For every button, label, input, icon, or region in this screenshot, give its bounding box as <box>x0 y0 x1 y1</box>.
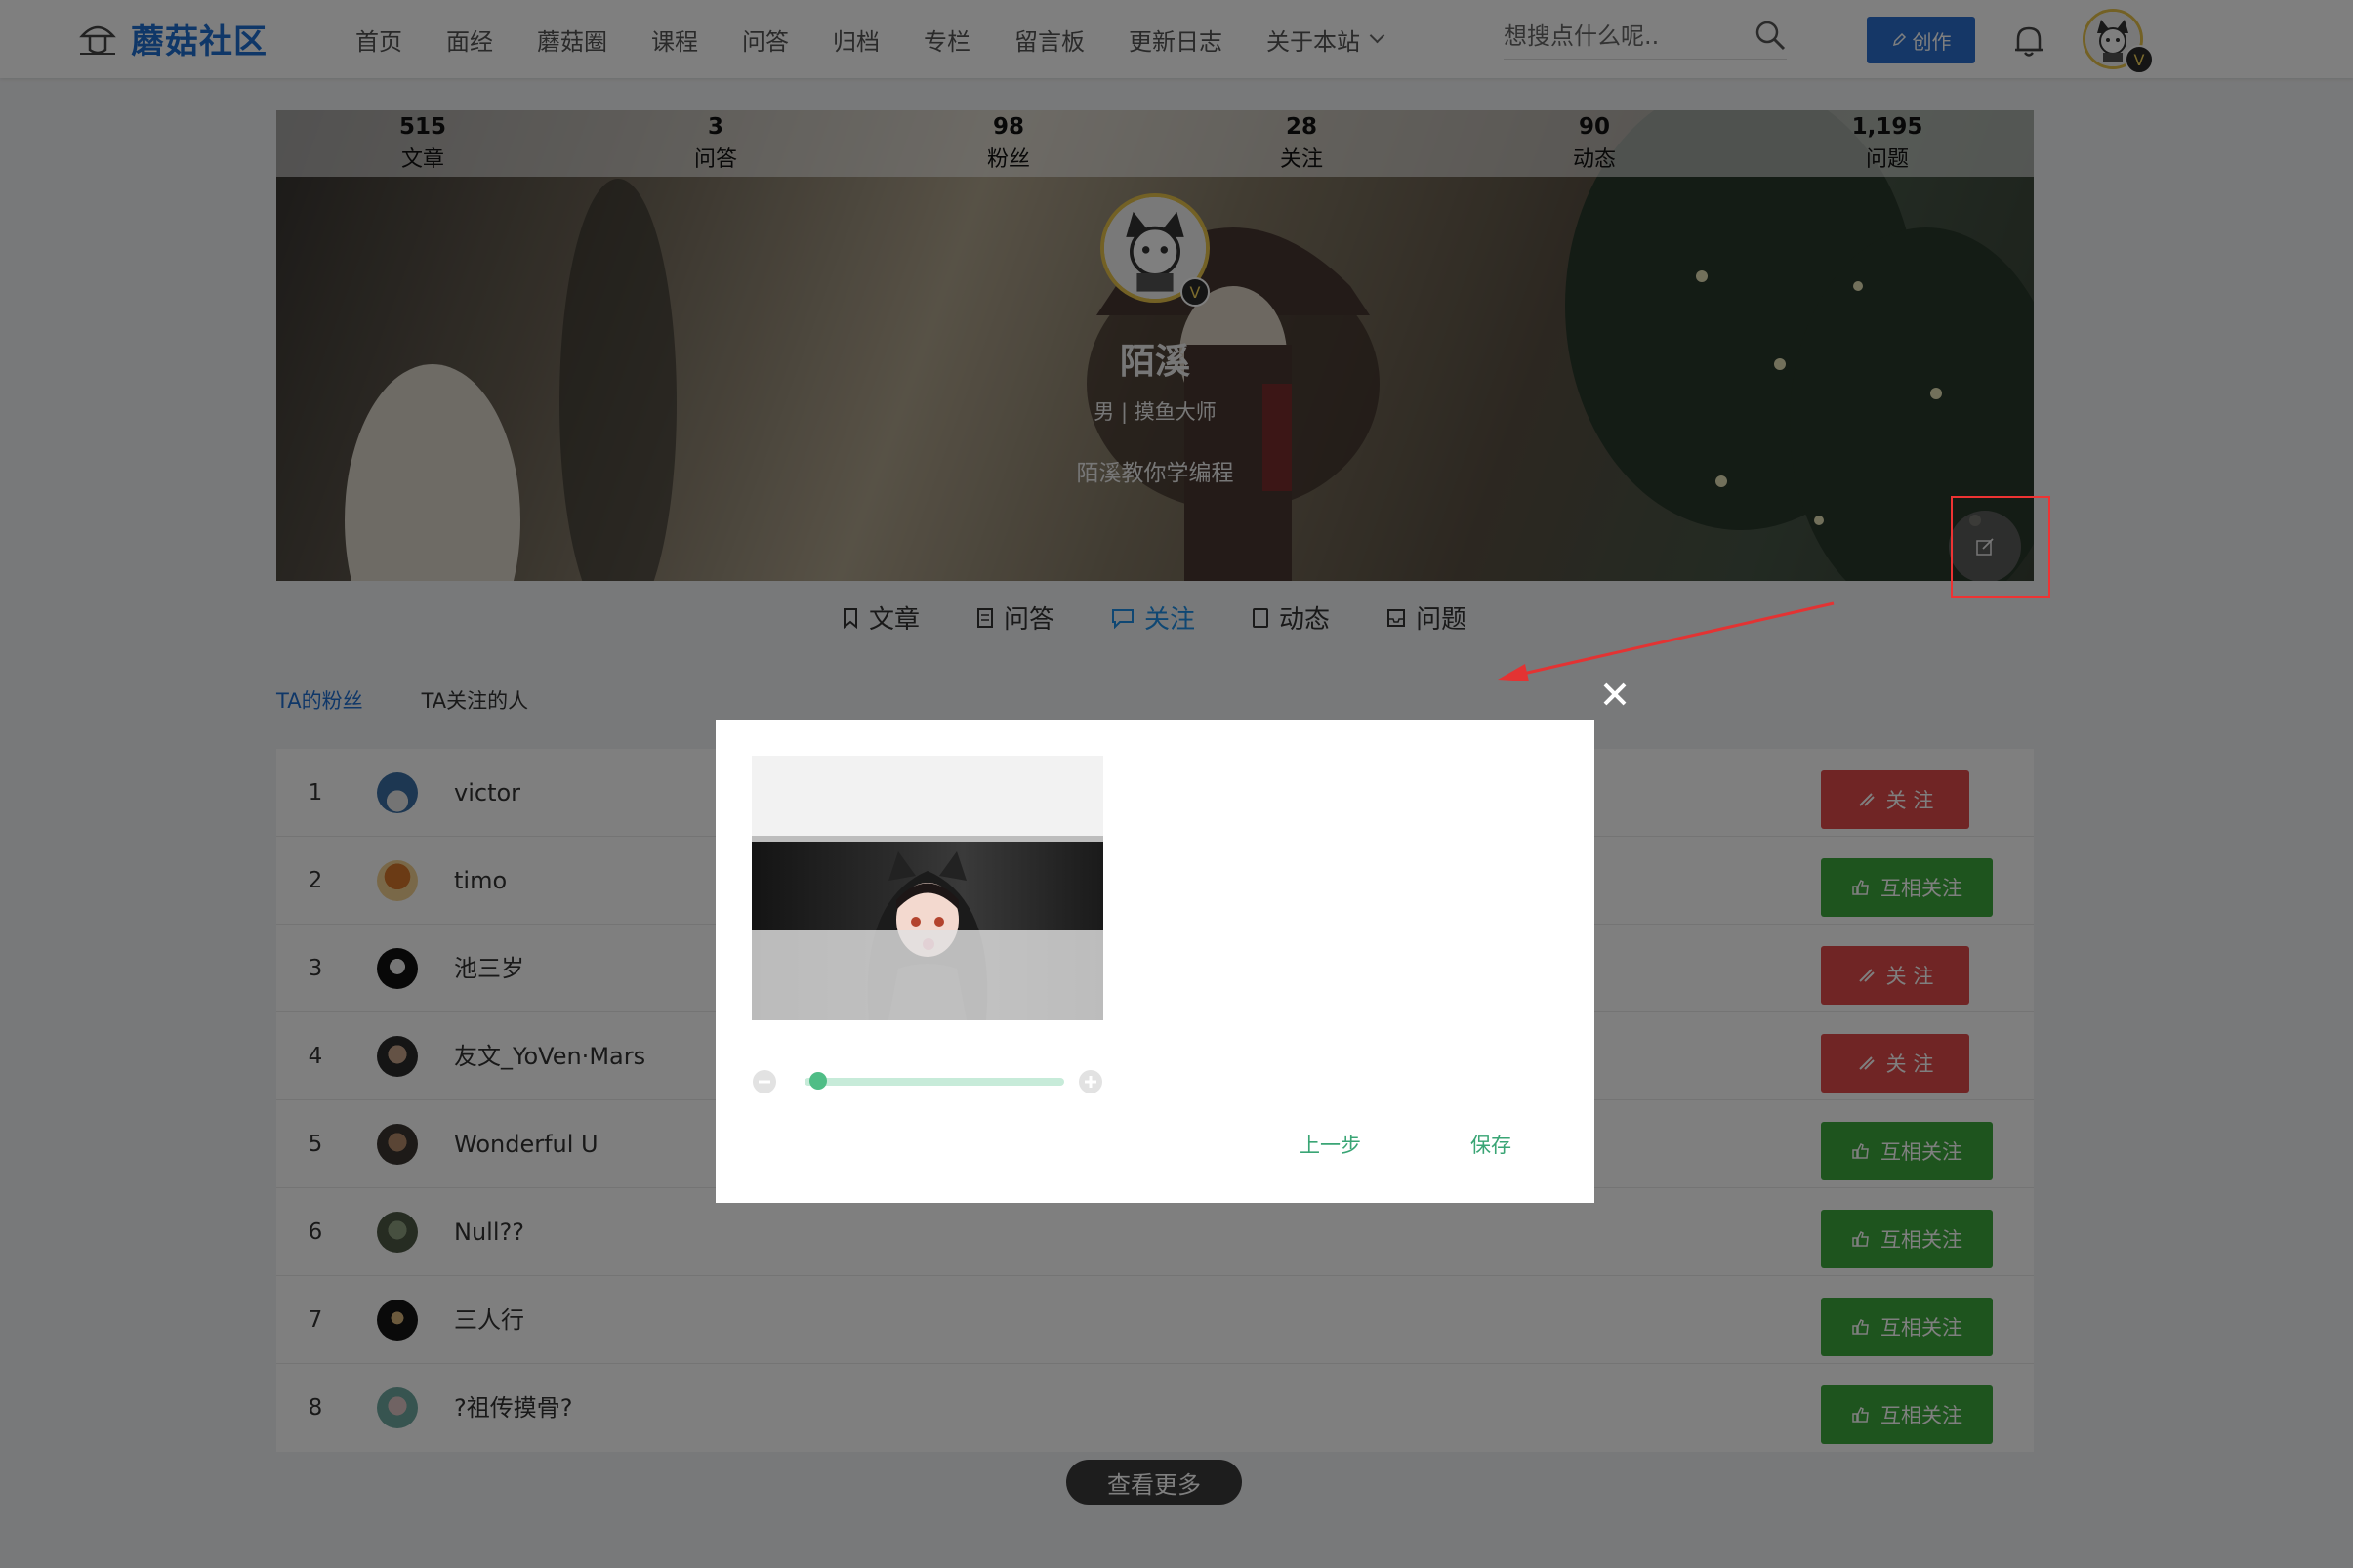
close-icon[interactable] <box>1599 679 1631 710</box>
zoom-slider[interactable] <box>752 1065 1103 1094</box>
crop-padding-top <box>752 756 1103 836</box>
save-button[interactable]: 保存 <box>1470 1130 1511 1159</box>
prev-step-button[interactable]: 上一步 <box>1300 1130 1361 1159</box>
annotation-highlight-box <box>1951 496 2050 598</box>
zoom-out-icon[interactable] <box>752 1069 777 1094</box>
image-crop-area[interactable] <box>752 756 1103 1020</box>
crop-mask <box>752 930 1103 1020</box>
image-crop-dialog: 上一步 保存 <box>716 720 1594 1203</box>
zoom-in-icon[interactable] <box>1078 1069 1103 1094</box>
zoom-track[interactable] <box>805 1078 1064 1086</box>
zoom-handle[interactable] <box>809 1072 828 1090</box>
